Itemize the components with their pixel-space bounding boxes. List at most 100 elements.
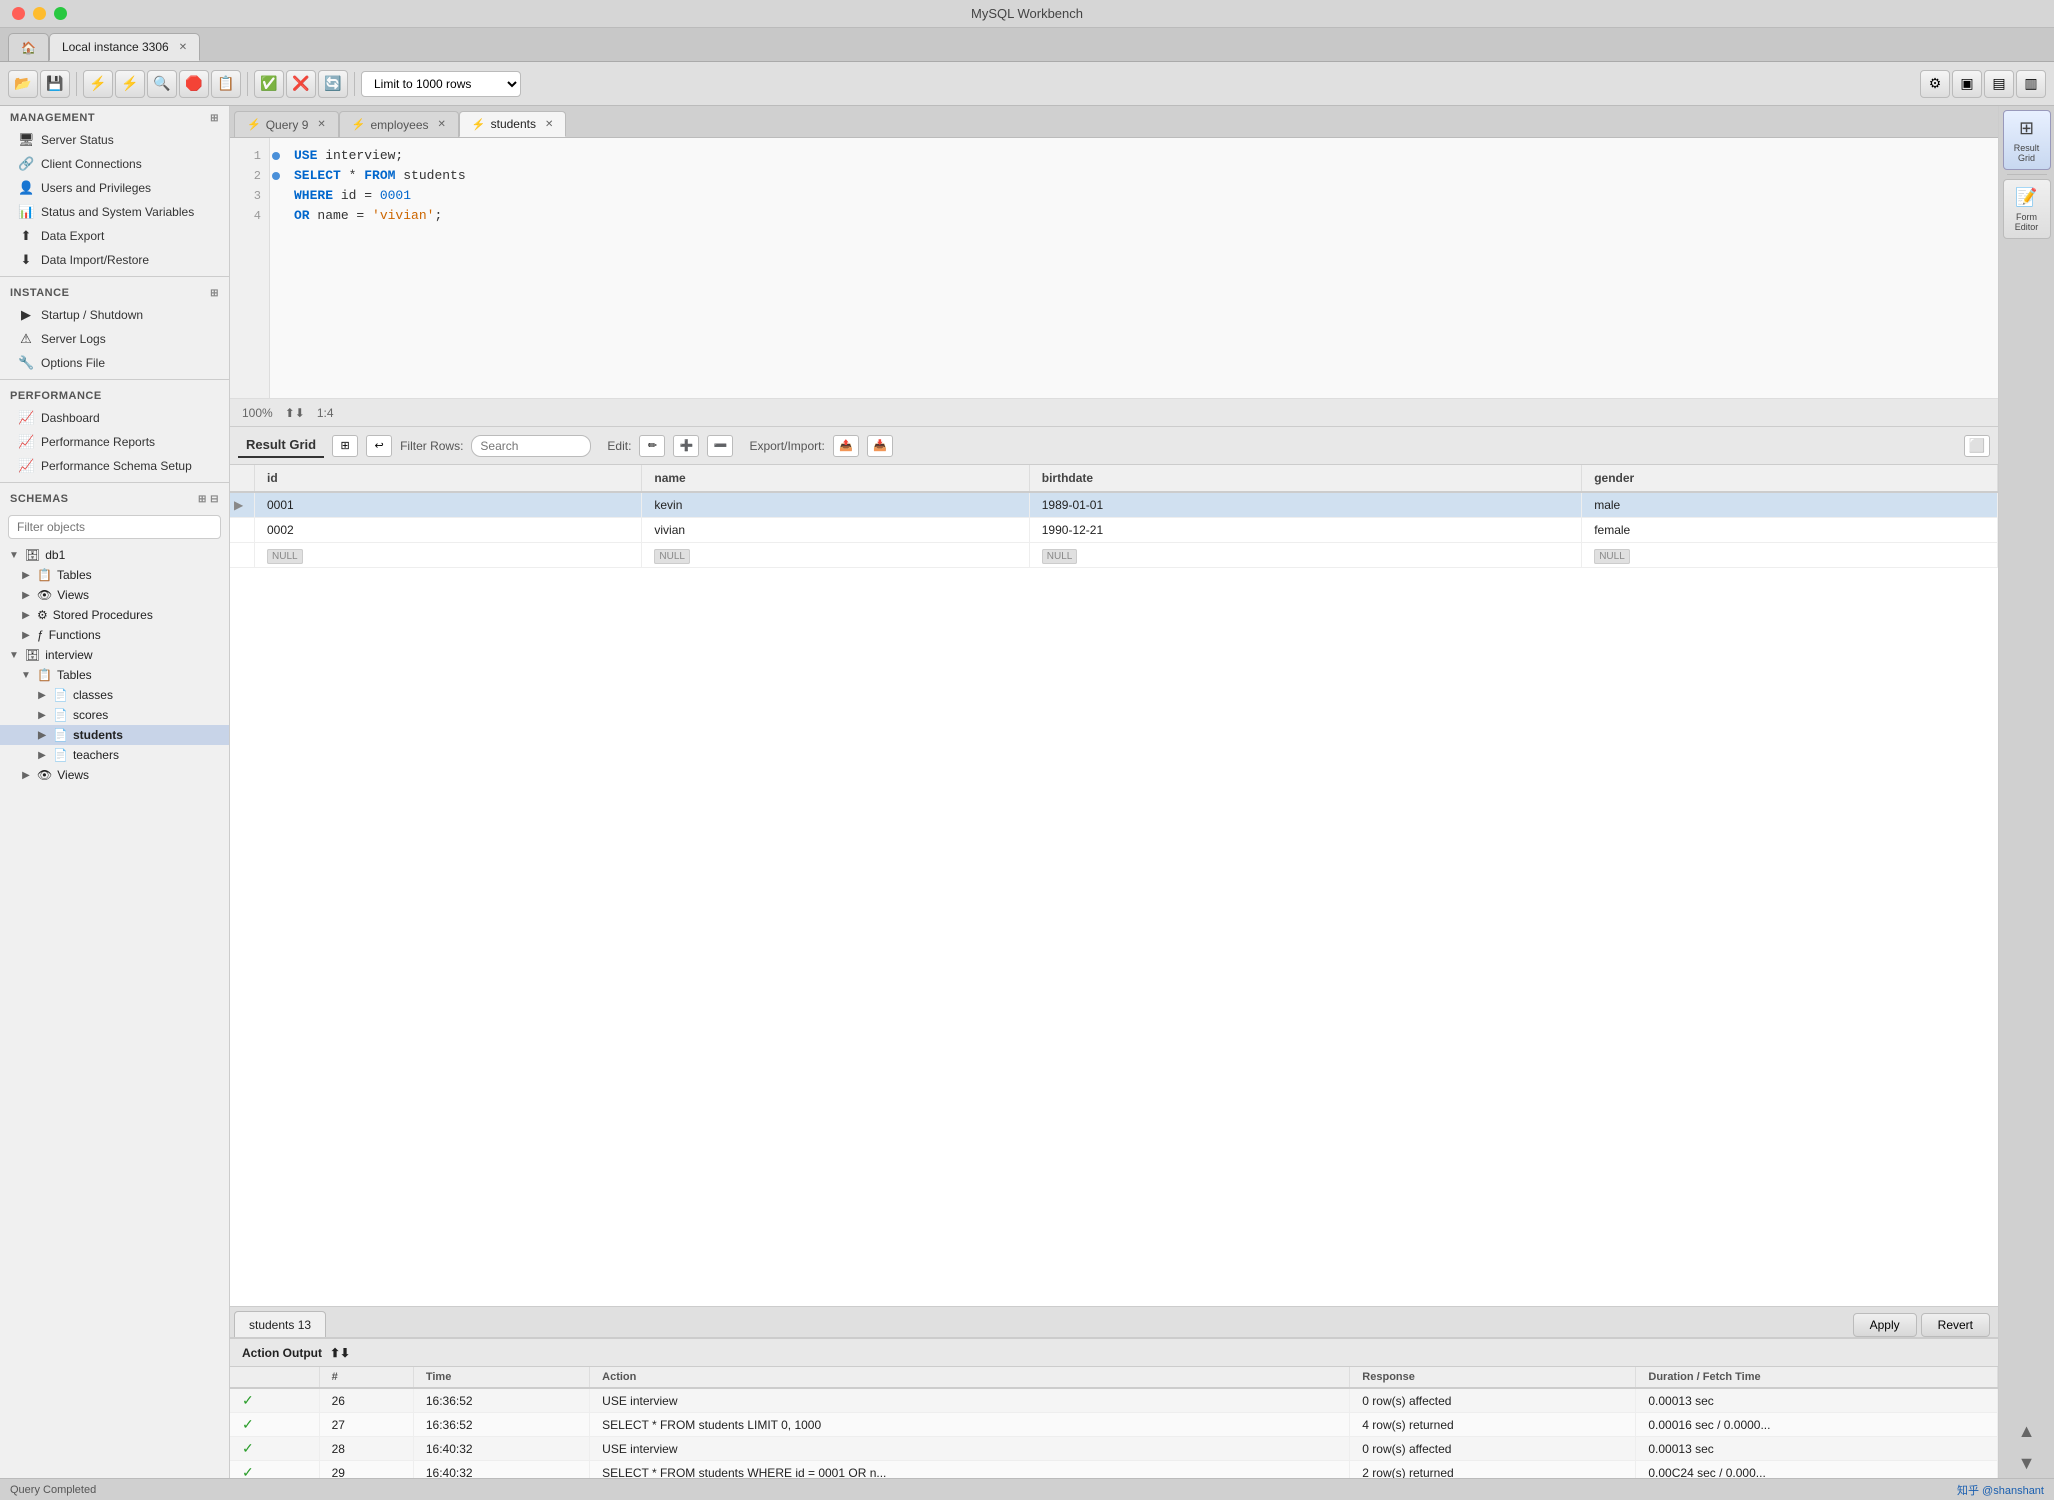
sidebar-item-performance-schema[interactable]: 📈 Performance Schema Setup xyxy=(0,454,229,478)
table-row[interactable]: ▶ 0001 kevin 1989-01-01 male xyxy=(230,492,1998,518)
db1-views-toggle: ▶ xyxy=(20,590,32,601)
col-name-header[interactable]: name xyxy=(642,465,1029,492)
col-id-header[interactable]: id xyxy=(255,465,642,492)
result-grid-tab[interactable]: Result Grid xyxy=(238,433,324,458)
export-button[interactable]: 📤 xyxy=(833,435,859,457)
tree-interview-tables[interactable]: ▼ 📋 Tables xyxy=(0,665,229,685)
limit-rows-select[interactable]: Limit to 1000 rows xyxy=(361,71,521,97)
tree-scores[interactable]: ▶ 📄 scores xyxy=(0,705,229,725)
schemas-toggle[interactable]: ⊞ ⊟ xyxy=(198,494,219,505)
col-birthdate-header[interactable]: birthdate xyxy=(1029,465,1581,492)
layout-3-button[interactable]: ▥ xyxy=(2016,70,2046,98)
line-dot-3 xyxy=(272,192,280,200)
grid-tab-students[interactable]: students 13 xyxy=(234,1311,326,1337)
tree-db1-tables[interactable]: ▶ 📋 Tables xyxy=(0,565,229,585)
apply-button[interactable]: Apply xyxy=(1853,1313,1917,1337)
right-panel-down-arrow[interactable]: ▼ xyxy=(2003,1448,2051,1478)
close-button[interactable] xyxy=(12,7,25,20)
tree-teachers[interactable]: ▶ 📄 teachers xyxy=(0,745,229,765)
interview-views-toggle: ▶ xyxy=(20,770,32,781)
tree-interview[interactable]: ▼ 🗄 interview xyxy=(0,645,229,665)
zoom-stepper[interactable]: ⬆⬇ xyxy=(285,406,305,420)
tab-students[interactable]: ⚡ students ✕ xyxy=(459,111,566,137)
interview-views-label: Views xyxy=(57,768,89,782)
commit-button[interactable]: ✅ xyxy=(254,70,284,98)
save-button[interactable]: 💾 xyxy=(40,70,70,98)
home-tab[interactable]: 🏠 xyxy=(8,33,49,61)
add-row-button[interactable]: ➕ xyxy=(673,435,699,457)
sidebar-item-startup-shutdown[interactable]: ▶ Startup / Shutdown xyxy=(0,303,229,327)
stop-button[interactable]: 🛑 xyxy=(179,70,209,98)
list-item[interactable]: ✓ 26 16:36:52 USE interview 0 row(s) aff… xyxy=(230,1388,1998,1413)
import-button[interactable]: 📥 xyxy=(867,435,893,457)
data-grid[interactable]: id name birthdate gender ▶ 0001 kevin 19… xyxy=(230,465,1998,1306)
query9-close[interactable]: ✕ xyxy=(317,119,325,130)
action-output-toggle[interactable]: ⬆⬇ xyxy=(330,1346,350,1360)
sidebar-item-performance-reports[interactable]: 📈 Performance Reports xyxy=(0,430,229,454)
filter-rows-input[interactable] xyxy=(471,435,591,457)
minimize-button[interactable] xyxy=(33,7,46,20)
sidebar-item-client-connections[interactable]: 🔗 Client Connections xyxy=(0,152,229,176)
tab-query9[interactable]: ⚡ Query 9 ✕ xyxy=(234,111,339,137)
code-editor[interactable]: USE interview; SELECT * FROM students WH… xyxy=(282,138,1998,398)
instance-tab[interactable]: Local instance 3306 ✕ xyxy=(49,33,200,61)
open-file-button[interactable]: 📂 xyxy=(8,70,38,98)
delete-row-button[interactable]: ➖ xyxy=(707,435,733,457)
toolbar-separator-3 xyxy=(354,72,355,96)
ao-row3-status: ✓ xyxy=(230,1437,319,1461)
wrap-cell-button[interactable]: ↩ xyxy=(366,435,392,457)
students-close[interactable]: ✕ xyxy=(545,119,553,130)
tree-db1-stored-procedures[interactable]: ▶ ⚙ Stored Procedures xyxy=(0,605,229,625)
tab-employees[interactable]: ⚡ employees ✕ xyxy=(339,111,459,137)
sidebar-item-status-variables[interactable]: 📊 Status and System Variables xyxy=(0,200,229,224)
revert-button[interactable]: Revert xyxy=(1921,1313,1990,1337)
settings-button[interactable]: ⚙ xyxy=(1920,70,1950,98)
schema-filter-input[interactable] xyxy=(8,515,221,539)
row-indicator-header xyxy=(230,465,255,492)
sidebar-item-data-export[interactable]: ⬆ Data Export xyxy=(0,224,229,248)
sidebar-item-dashboard[interactable]: 📈 Dashboard xyxy=(0,406,229,430)
toggle-panel-button[interactable]: ⬜ xyxy=(1964,435,1990,457)
col-gender-header[interactable]: gender xyxy=(1582,465,1998,492)
result-grid-panel-button[interactable]: ⊞ Result Grid xyxy=(2003,110,2051,170)
tree-db1[interactable]: ▼ 🗄 db1 xyxy=(0,545,229,565)
list-item[interactable]: ✓ 28 16:40:32 USE interview 0 row(s) aff… xyxy=(230,1437,1998,1461)
execute-button[interactable]: ⚡ xyxy=(83,70,113,98)
toggle-button[interactable]: 📋 xyxy=(211,70,241,98)
layout-2-button[interactable]: ▤ xyxy=(1984,70,2014,98)
form-editor-panel-button[interactable]: 📝 Form Editor xyxy=(2003,179,2051,239)
instance-toggle[interactable]: ⊞ xyxy=(210,288,219,299)
sidebar-item-data-import[interactable]: ⬇ Data Import/Restore xyxy=(0,248,229,272)
employees-close[interactable]: ✕ xyxy=(438,119,446,130)
tree-interview-views[interactable]: ▶ 👁 Views xyxy=(0,765,229,785)
explain-button[interactable]: 🔍 xyxy=(147,70,177,98)
tree-classes[interactable]: ▶ 📄 classes xyxy=(0,685,229,705)
management-toggle[interactable]: ⊞ xyxy=(210,113,219,124)
grid-tab-label: students 13 xyxy=(249,1318,311,1332)
auto-commit-button[interactable]: 🔄 xyxy=(318,70,348,98)
execute-selection-button[interactable]: ⚡ xyxy=(115,70,145,98)
table-row[interactable]: NULL NULL NULL NULL xyxy=(230,543,1998,568)
success-icon: ✓ xyxy=(242,1416,254,1432)
table-row[interactable]: 0002 vivian 1990-12-21 female xyxy=(230,518,1998,543)
layout-1-button[interactable]: ▣ xyxy=(1952,70,1982,98)
right-panel-up-arrow[interactable]: ▲ xyxy=(2003,1416,2051,1446)
tree-db1-functions[interactable]: ▶ ƒ Functions xyxy=(0,625,229,645)
sidebar-item-server-logs[interactable]: ⚠ Server Logs xyxy=(0,327,229,351)
tree-db1-views[interactable]: ▶ 👁 Views xyxy=(0,585,229,605)
edit-row-button[interactable]: ✏ xyxy=(639,435,665,457)
result-grid-panel-label: Result Grid xyxy=(2008,143,2046,163)
sidebar-item-server-status[interactable]: 🖥 Server Status xyxy=(0,128,229,152)
list-item[interactable]: ✓ 29 16:40:32 SELECT * FROM students WHE… xyxy=(230,1461,1998,1479)
sidebar-item-users-privileges[interactable]: 👤 Users and Privileges xyxy=(0,176,229,200)
instance-tab-close[interactable]: ✕ xyxy=(179,42,187,53)
tree-students[interactable]: ▶ 📄 students xyxy=(0,725,229,745)
db1-fn-label: Functions xyxy=(49,628,101,642)
grid-format-button[interactable]: ⊞ xyxy=(332,435,358,457)
action-output-header[interactable]: Action Output ⬆⬇ xyxy=(230,1339,1998,1367)
rollback-button[interactable]: ❌ xyxy=(286,70,316,98)
list-item[interactable]: ✓ 27 16:36:52 SELECT * FROM students LIM… xyxy=(230,1413,1998,1437)
maximize-button[interactable] xyxy=(54,7,67,20)
sidebar-item-options-file[interactable]: 🔧 Options File xyxy=(0,351,229,375)
window-controls[interactable] xyxy=(12,7,67,20)
